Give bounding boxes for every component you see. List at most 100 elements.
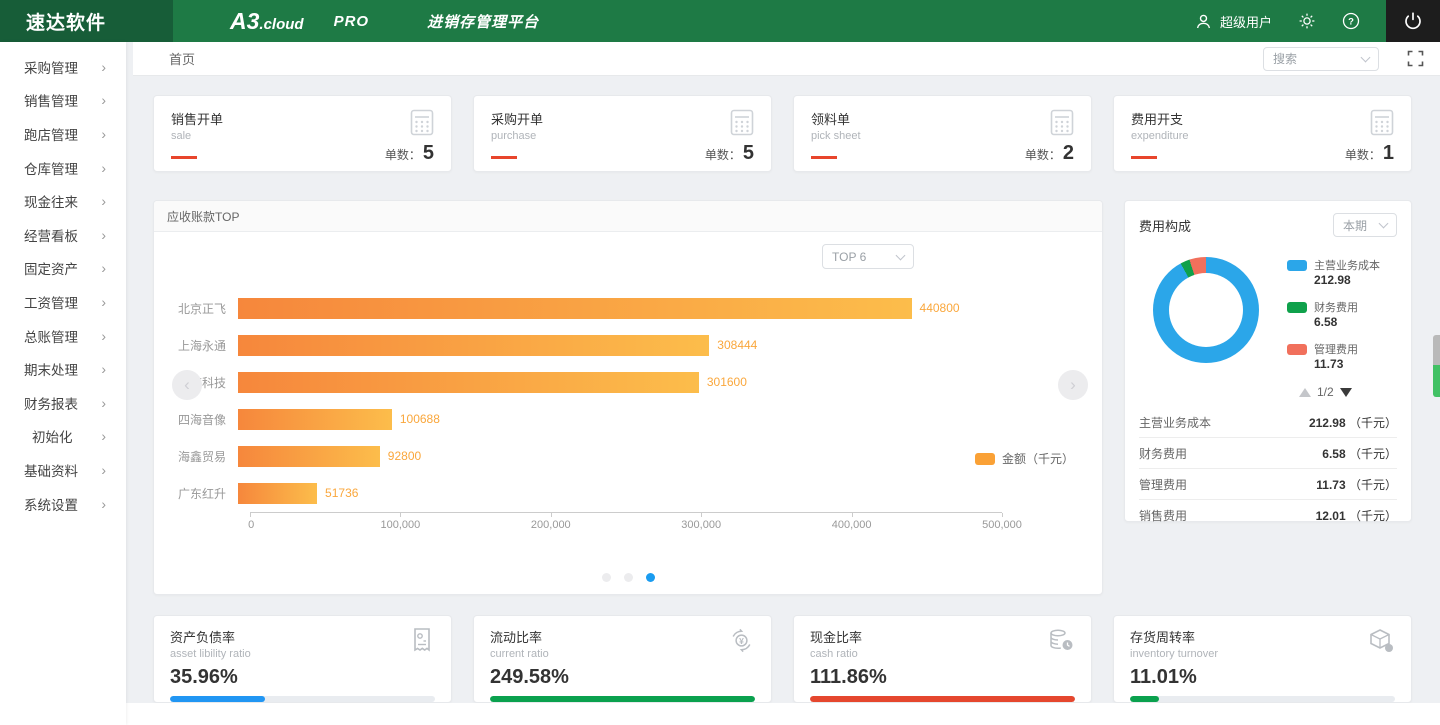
ratio-card-title: 流动比率 <box>490 627 549 646</box>
bar-segment[interactable] <box>238 372 699 393</box>
receivables-panel: 应收账款TOP TOP 6 北京正飞440800上海永通308444洪海科技30… <box>153 200 1103 595</box>
sidebar-item[interactable]: 期末处理› <box>0 352 126 386</box>
chevron-right-icon: › <box>101 462 106 478</box>
x-axis-tick-label: 0 <box>248 519 254 531</box>
progress-fill <box>490 696 755 702</box>
box-icon <box>1367 627 1395 660</box>
expense-list-row: 销售费用12.01 （千元） <box>1139 500 1397 531</box>
carousel-next-button[interactable]: › <box>1058 370 1088 400</box>
x-axis-tick-mark <box>551 513 552 517</box>
help-button[interactable]: ? <box>1342 12 1360 30</box>
sidebar-item[interactable]: 初始化› <box>0 420 126 454</box>
sidebar-item[interactable]: 固定资产› <box>0 252 126 286</box>
stat-card[interactable]: 费用开支expenditure单数：1 <box>1113 95 1412 172</box>
chevron-down-icon <box>1379 219 1389 229</box>
main-area: 首页 搜索 销售开单sale单数：5采购开单purchase单数：5领料单pic… <box>126 42 1440 725</box>
pager-up-icon[interactable] <box>1299 388 1311 397</box>
chevron-down-icon <box>896 250 906 260</box>
sidebar-item[interactable]: 跑店管理› <box>0 117 126 151</box>
carousel-prev-button[interactable]: ‹ <box>172 370 202 400</box>
stat-count-wrap: 单数：1 <box>1345 142 1394 165</box>
legend-name: 管理费用 <box>1314 341 1358 357</box>
stat-count-value: 1 <box>1383 142 1394 164</box>
ratio-card-subtitle: current ratio <box>490 648 549 660</box>
sidebar-item-label: 总账管理 <box>24 326 78 346</box>
product-logo: A3.cloud <box>230 8 304 35</box>
bar-chart-row: 四海音像100688 <box>168 401 1002 438</box>
ratio-value: 35.96% <box>170 666 435 689</box>
sidebar-item[interactable]: 经营看板 › <box>0 218 126 252</box>
sidebar-item-label: 经营看板 <box>24 225 78 245</box>
bar-segment[interactable] <box>238 446 380 467</box>
stat-count-wrap: 单数：5 <box>705 142 754 165</box>
sidebar-item[interactable]: 总账管理› <box>0 319 126 353</box>
sidebar-item[interactable]: 系统设置› <box>0 487 126 521</box>
side-float-tab[interactable] <box>1433 335 1440 397</box>
stat-card-row: 销售开单sale单数：5采购开单purchase单数：5领料单pick shee… <box>153 95 1412 172</box>
user-menu[interactable]: 超级用户 <box>1195 12 1272 31</box>
carousel-dot[interactable] <box>602 573 611 582</box>
receipt-icon <box>409 627 435 660</box>
sidebar-item[interactable]: 财务报表› <box>0 386 126 420</box>
sidebar-item[interactable]: 工资管理› <box>0 285 126 319</box>
stat-count-label: 单数： <box>1025 148 1061 162</box>
logout-button[interactable] <box>1386 0 1440 42</box>
bar-segment[interactable] <box>238 483 317 504</box>
sidebar-item-label: 跑店管理 <box>24 124 78 144</box>
ratio-card[interactable]: 流动比率current ratio¥249.58% <box>473 615 772 703</box>
bar-value-label: 100688 <box>400 412 440 426</box>
calculator-icon <box>1050 109 1074 142</box>
sidebar-item[interactable]: 基础资料 › <box>0 453 126 487</box>
progress-fill <box>170 696 265 702</box>
sidebar-item[interactable]: 采购管理› <box>0 50 126 84</box>
ratio-card[interactable]: 现金比率cash ratio111.86% <box>793 615 1092 703</box>
app-header: 速达软件 A3.cloud PRO 进销存管理平台 超级用户 ? <box>0 0 1440 42</box>
stat-card[interactable]: 采购开单purchase单数：5 <box>473 95 772 172</box>
bar-value-label: 440800 <box>920 301 960 315</box>
bar-segment[interactable] <box>238 298 912 319</box>
top-n-value: TOP 6 <box>832 250 866 264</box>
sidebar-item[interactable]: 销售管理› <box>0 84 126 118</box>
top-n-select[interactable]: TOP 6 <box>822 244 914 269</box>
chevron-right-icon: › <box>101 227 106 243</box>
donut-legend-entry: 财务费用6.58 <box>1287 299 1380 329</box>
legend-pager: 1/2 <box>1299 385 1397 399</box>
sidebar-item-label: 期末处理 <box>24 359 78 379</box>
sidebar-item[interactable]: 现金往来› <box>0 184 126 218</box>
period-select[interactable]: 本期 <box>1333 213 1397 237</box>
expense-value: 6.58 （千元） <box>1322 445 1397 462</box>
breadcrumb[interactable]: 首页 <box>169 49 195 68</box>
bar-chart-row: 广东红升51736 <box>168 475 1002 512</box>
chevron-right-icon: › <box>101 428 106 444</box>
legend-value: 6.58 <box>1314 315 1380 329</box>
settings-button[interactable] <box>1298 12 1316 30</box>
user-icon <box>1195 13 1212 30</box>
chevron-right-icon: › <box>101 59 106 75</box>
pager-down-icon[interactable] <box>1340 388 1352 397</box>
stat-card-subtitle: pick sheet <box>811 130 861 142</box>
sidebar-item-label: 基础资料 <box>24 460 78 480</box>
sidebar: 采购管理›销售管理›跑店管理›仓库管理›现金往来›经营看板›固定资产›工资管理›… <box>0 42 126 725</box>
sidebar-item-label: 固定资产 <box>24 258 78 278</box>
accent-dash <box>811 156 837 159</box>
chevron-right-icon: › <box>101 193 106 209</box>
expense-panel-title: 费用构成 <box>1139 216 1191 235</box>
fullscreen-button[interactable] <box>1407 50 1424 67</box>
bar-segment[interactable] <box>238 409 392 430</box>
stat-card[interactable]: 领料单pick sheet单数：2 <box>793 95 1092 172</box>
legend-name: 主营业务成本 <box>1314 257 1380 273</box>
ratio-card[interactable]: 资产负债率asset libility ratio35.96% <box>153 615 452 703</box>
search-input[interactable]: 搜索 <box>1263 47 1379 71</box>
bar-category-label: 广东红升 <box>168 485 238 502</box>
ratio-card[interactable]: 存货周转率inventory turnover11.01% <box>1113 615 1412 703</box>
carousel-dot[interactable] <box>624 573 633 582</box>
bar-chart-row: 洪海科技301600 <box>168 364 1002 401</box>
topbar: 首页 搜索 <box>133 42 1440 76</box>
stat-card-subtitle: purchase <box>491 130 543 142</box>
sidebar-item[interactable]: 仓库管理› <box>0 151 126 185</box>
stat-card[interactable]: 销售开单sale单数：5 <box>153 95 452 172</box>
expense-donut-chart <box>1153 257 1259 363</box>
bar-segment[interactable] <box>238 335 709 356</box>
carousel-dot[interactable] <box>646 573 655 582</box>
chevron-down-icon <box>1361 52 1371 62</box>
